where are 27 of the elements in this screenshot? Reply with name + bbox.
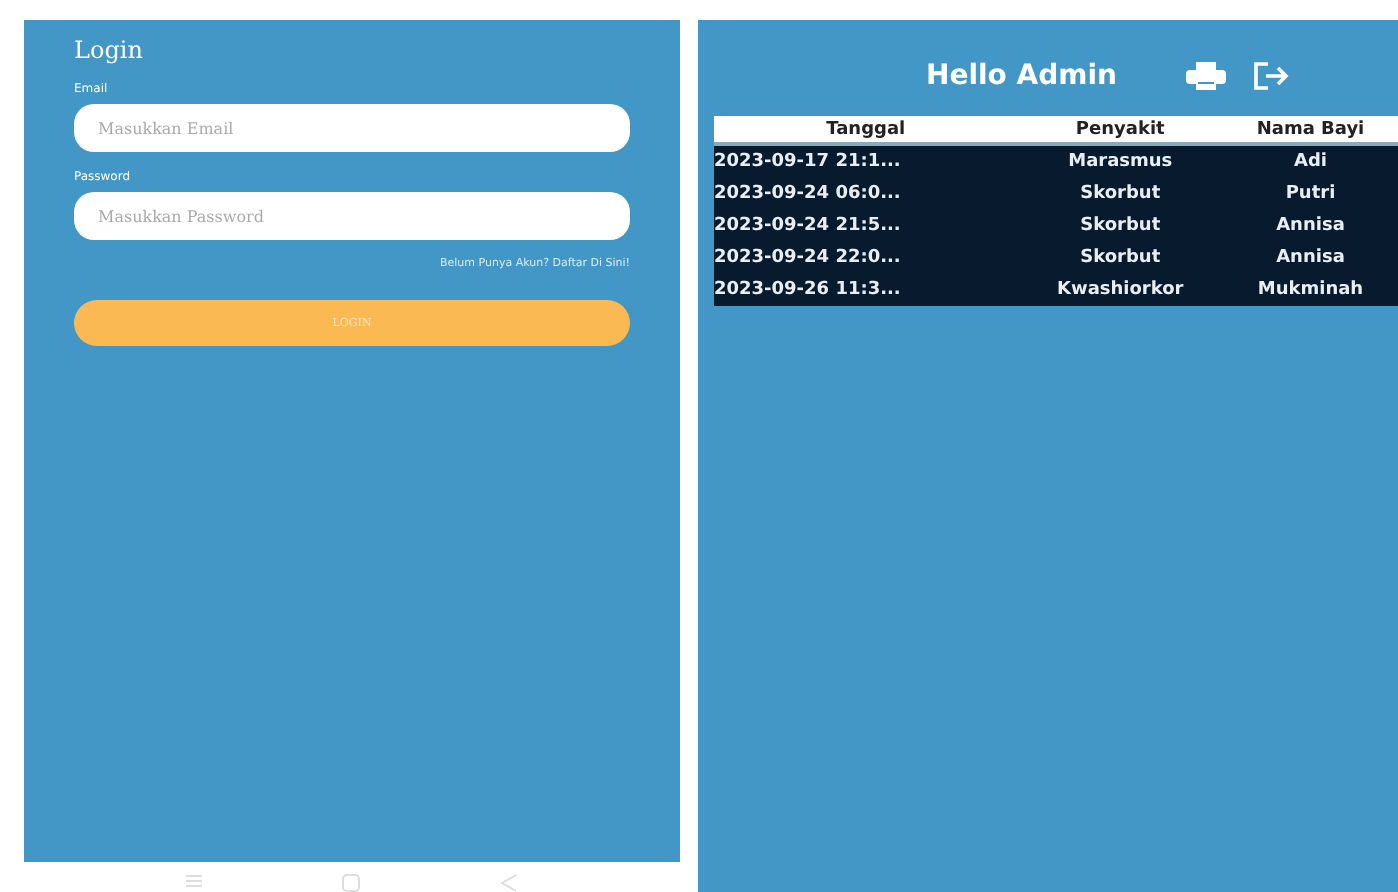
table-cell: 2023-09-24 21:5... (714, 210, 1018, 242)
table-cell: 2023-09-26 11:3... (714, 274, 1018, 306)
login-title: Login (74, 36, 145, 64)
printer-icon[interactable] (1185, 62, 1226, 90)
table-cell: Skorbut (1017, 242, 1223, 274)
table-cell: 2023-09-24 22:0... (714, 242, 1018, 274)
admin-title: Hello Admin (926, 60, 1118, 92)
table-cell: Skorbut (1017, 178, 1223, 210)
email-field[interactable]: Masukkan Email (74, 104, 630, 152)
menu-icon[interactable] (186, 874, 202, 888)
table-cell: Putri (1223, 178, 1398, 210)
table-cell: Mukminah (1223, 274, 1398, 306)
table-cell: Kwashiorkor (1017, 274, 1223, 306)
table-cell: 2023-09-17 21:1... (714, 144, 1018, 178)
column-header: Nama Bayi (1223, 116, 1398, 144)
table-cell: 2023-09-24 06:0... (714, 178, 1018, 210)
back-icon[interactable] (500, 874, 518, 892)
column-header: Tanggal (714, 116, 1018, 144)
table-cell: Annisa (1223, 210, 1398, 242)
home-icon[interactable] (342, 874, 360, 892)
table-cell: Adi (1223, 144, 1398, 178)
table-cell: Annisa (1223, 242, 1398, 274)
table-cell: Marasmus (1017, 144, 1223, 178)
password-field[interactable]: Masukkan Password (74, 192, 630, 240)
logout-icon[interactable] (1253, 62, 1290, 90)
table-cell: Skorbut (1017, 210, 1223, 242)
column-header: Penyakit (1017, 116, 1223, 144)
